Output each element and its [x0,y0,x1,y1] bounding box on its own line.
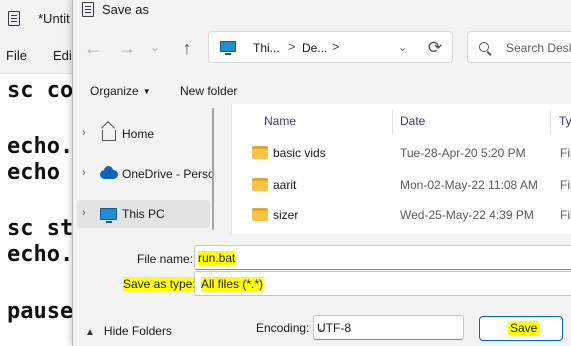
nav-item-home[interactable]: › Home [77,120,210,148]
hide-folders-button[interactable]: ▲ Hide Folders [85,324,172,338]
notepad-menu-bar: File Edi [0,38,72,74]
up-arrow-icon[interactable]: ↑ [175,37,199,61]
column-header-name[interactable]: Name [264,114,296,128]
breadcrumb-separator[interactable]: > [288,39,296,54]
encoding-select[interactable]: UTF-8 ⌄ [313,315,464,340]
computer-icon [220,41,236,55]
file-date: Wed-25-May-22 4:39 PM [400,208,534,222]
file-date: Tue-28-Apr-20 5:20 PM [400,146,526,160]
column-header-date[interactable]: Date [400,114,425,128]
nav-item-label: Home [122,127,155,141]
file-list: Name Date Typ basic vids Tue-28-Apr-20 5… [231,104,571,234]
notepad-title-bar: *Untit [0,0,72,38]
caret-down-icon: ▼ [142,87,151,96]
computer-icon [100,208,117,223]
encoding-label: Encoding: [256,321,310,335]
breadcrumb-separator[interactable]: > [332,39,340,54]
chevron-right-icon[interactable]: › [82,167,86,179]
nav-scrollbar[interactable] [212,108,214,230]
file-name: sizer [273,208,299,222]
chevron-right-icon[interactable]: › [82,207,86,219]
editor-line: sc co [7,78,72,103]
file-name: basic vids [273,146,326,160]
recent-locations-chevron-icon[interactable]: ⌄ [143,37,167,61]
save-as-dialog: Save as ← → ⌄ ↑ Thi... > De... > ⌄ ⟳ Sea… [72,0,571,346]
search-placeholder: Search Deskt [506,41,571,55]
dialog-title: Save as [102,2,149,17]
file-name-value: run.bat [198,251,236,265]
file-type: File [560,146,571,160]
notepad-icon [82,2,94,17]
organize-button[interactable]: Organize ▼ [90,84,151,98]
save-button[interactable]: Save [479,316,563,341]
file-date: Mon-02-May-22 11:08 AM [400,178,538,192]
dialog-title-bar: Save as [73,0,571,22]
editor-line: echo. [7,242,72,267]
menu-file[interactable]: File [6,48,27,63]
save-as-type-label: Save as type: [123,277,196,291]
forward-arrow-icon[interactable]: → [115,37,139,61]
save-as-type-value: All files (*.*) [201,277,264,291]
navigation-pane: › Home › OneDrive - Perso › This PC [73,104,218,234]
search-box[interactable]: Search Deskt [467,31,571,63]
cloud-icon [100,166,118,179]
hide-folders-label: Hide Folders [103,324,172,338]
nav-item-label: OneDrive - Perso [122,167,215,181]
notepad-window: *Untit File Edi sc co echo. echo sc st e… [0,0,72,346]
save-as-type-select[interactable]: All files (*.*) [194,271,571,296]
editor-line: sc st [7,216,72,241]
home-icon [102,130,116,141]
breadcrumb-this-pc[interactable]: Thi... [253,41,280,55]
file-row[interactable]: sizer Wed-25-May-22 4:39 PM File [232,201,571,229]
chevron-up-icon: ▲ [85,327,95,338]
nav-item-this-pc[interactable]: › This PC [77,200,210,228]
back-arrow-icon[interactable]: ← [81,37,105,61]
address-bar[interactable]: Thi... > De... > ⌄ [208,31,453,63]
file-type: File [560,178,571,192]
editor-line: pause [7,299,72,324]
editor-line: echo [7,160,60,185]
refresh-icon[interactable]: ⟳ [425,38,445,58]
folder-icon [252,178,268,191]
notepad-icon [8,11,20,26]
folder-icon [252,208,268,221]
editor-line: echo. [7,134,72,159]
file-name-label: File name: [137,252,194,266]
column-divider[interactable] [550,110,551,134]
column-divider[interactable] [392,110,393,134]
search-icon [479,42,489,52]
column-header-type[interactable]: Typ [559,114,571,128]
folder-icon [252,146,268,159]
notepad-title: *Untit [38,11,70,26]
nav-item-label: This PC [122,207,165,221]
breadcrumb-desktop[interactable]: De... [302,41,327,55]
file-type: File [560,208,571,222]
file-row[interactable]: basic vids Tue-28-Apr-20 5:20 PM File [232,139,571,167]
chevron-right-icon[interactable]: › [82,127,86,139]
file-name: aarit [273,178,297,192]
organize-label: Organize [90,84,139,98]
file-row[interactable]: aarit Mon-02-May-22 11:08 AM File [232,171,571,199]
nav-item-onedrive[interactable]: › OneDrive - Perso [77,160,215,188]
address-dropdown-chevron-icon[interactable]: ⌄ [398,41,407,54]
chevron-down-icon: ⌄ [317,321,328,335]
menu-edit[interactable]: Edi [53,48,72,63]
save-button-label: Save [508,321,540,335]
new-folder-button[interactable]: New folder [180,84,237,98]
file-name-input[interactable]: run.bat [194,245,571,270]
